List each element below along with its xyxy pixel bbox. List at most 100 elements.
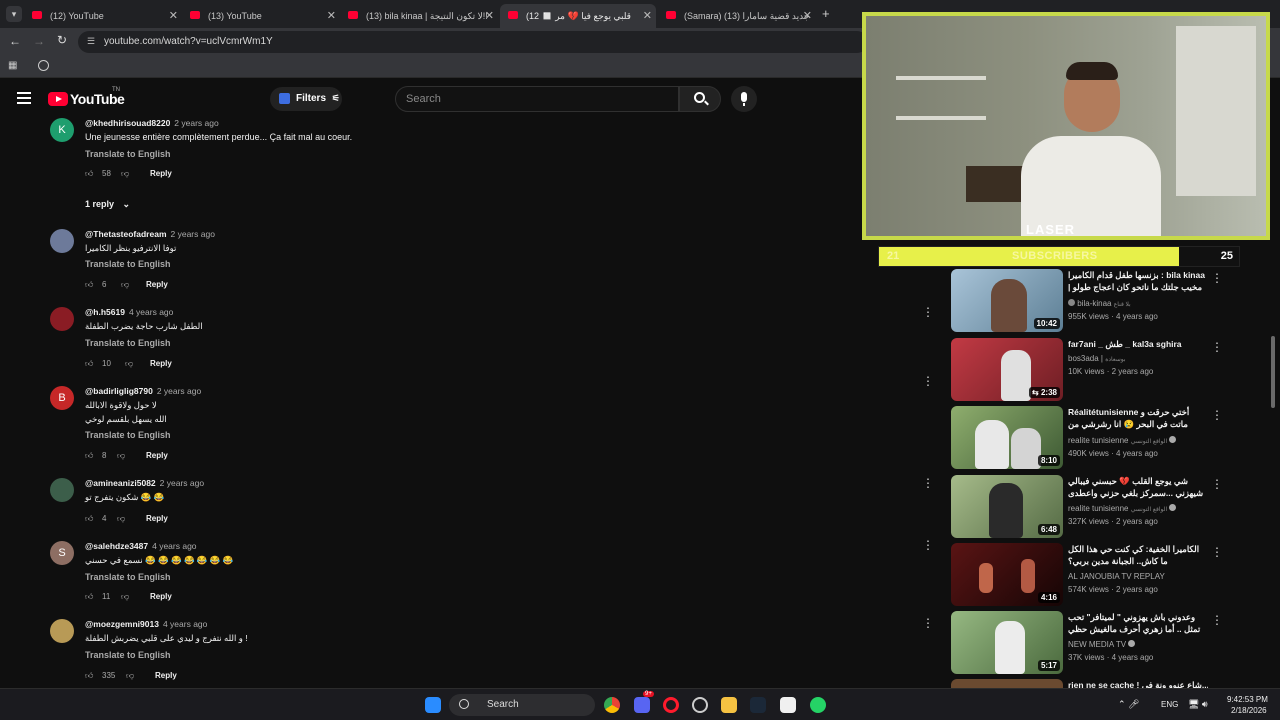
comment-age[interactable]: 4 years ago <box>152 541 196 551</box>
chrome-icon[interactable] <box>604 697 620 713</box>
video-title[interactable]: Réalitétunisienne أختي حرقت و ماتت في ال… <box>1068 406 1208 430</box>
more-options-icon[interactable]: ⋮ <box>1211 408 1223 422</box>
translate-link[interactable]: Translate to English <box>85 259 171 269</box>
avatar[interactable] <box>50 478 74 502</box>
more-options-icon[interactable]: ⋮ <box>1211 271 1223 285</box>
more-options-icon[interactable]: ⋮ <box>922 476 934 490</box>
app-icon[interactable] <box>692 697 708 713</box>
comment-age[interactable]: 2 years ago <box>160 478 204 488</box>
comment-age[interactable]: 4 years ago <box>129 307 173 317</box>
more-options-icon[interactable]: ⋮ <box>922 538 934 552</box>
video-channel[interactable]: NEW MEDIA TV <box>1068 640 1136 649</box>
avatar[interactable]: B <box>50 386 74 410</box>
translate-link[interactable]: Translate to English <box>85 338 171 348</box>
recommended-video[interactable]: 10:42 بزنسها طفل قدام الكاميرا : bila ki… <box>951 269 1241 333</box>
taskbar-search[interactable]: Search <box>449 694 595 716</box>
video-thumbnail[interactable] <box>951 679 1063 688</box>
bookmark-globe-icon[interactable] <box>38 60 49 71</box>
forward-arrow-icon[interactable]: → <box>33 34 45 48</box>
recommended-video[interactable]: 4:16 الكاميرا الخفية: كي كنت حي هذا الكل… <box>951 543 1241 607</box>
like-icon[interactable]: 👍︎ <box>85 671 93 681</box>
network-volume-icons[interactable]: 🖥︎ 🔊︎ <box>1188 699 1208 710</box>
address-bar[interactable]: ☰ youtube.com/watch?v=uclVcmrWm1Y <box>78 31 868 53</box>
dislike-icon[interactable]: 👎︎ <box>117 451 125 461</box>
tab-samara[interactable]: (Samara) جديد قضية سامارا (13) ✕ <box>658 4 816 28</box>
steam-icon[interactable] <box>750 697 766 713</box>
comment-author[interactable]: @amineanizi5082 <box>85 478 156 488</box>
reply-button[interactable]: Reply <box>146 514 168 523</box>
reply-button[interactable]: Reply <box>150 359 172 368</box>
video-title[interactable]: شي يوجع القلب 💔 حبسني فيبالي شيهزني ...س… <box>1068 475 1208 499</box>
avatar[interactable] <box>50 229 74 253</box>
like-icon[interactable]: 👍︎ <box>85 280 93 290</box>
back-arrow-icon[interactable]: ← <box>9 34 21 48</box>
like-icon[interactable]: 👍︎ <box>85 592 93 602</box>
more-options-icon[interactable]: ⋮ <box>1211 545 1223 559</box>
opera-icon[interactable] <box>663 697 679 713</box>
more-options-icon[interactable]: ⋮ <box>922 305 934 319</box>
filters-button[interactable]: Filters ⚟ <box>270 87 342 111</box>
comment-author[interactable]: @h.h5619 <box>85 307 125 317</box>
comment-author[interactable]: @moezgemni9013 <box>85 619 159 629</box>
close-tab-icon[interactable]: ✕ <box>643 9 652 22</box>
video-channel[interactable]: bila-kinaa بلا قناع <box>1068 299 1131 308</box>
close-tab-icon[interactable]: ✕ <box>327 9 336 22</box>
close-tab-icon[interactable]: ✕ <box>803 9 812 22</box>
clock-date[interactable]: 2/18/2026 <box>1231 706 1267 715</box>
dislike-icon[interactable]: 👎︎ <box>125 359 133 369</box>
video-thumbnail[interactable]: 5:17 <box>951 611 1063 674</box>
language-indicator[interactable]: ENG <box>1161 700 1178 709</box>
reply-button[interactable]: Reply <box>155 671 177 680</box>
avatar[interactable] <box>50 307 74 331</box>
avatar[interactable]: K <box>50 118 74 142</box>
video-channel[interactable]: AL JANOUBIA TV REPLAY <box>1068 572 1165 581</box>
avatar[interactable] <box>50 619 74 643</box>
tab-list-chevron-icon[interactable]: ▾ <box>6 6 22 22</box>
like-icon[interactable]: 👍︎ <box>85 514 93 524</box>
recommended-video[interactable]: 5:17 وعدوني باش يهزوني " لميتافر" تحب تم… <box>951 611 1241 675</box>
video-channel[interactable]: realite tunisienne الواقع التونسي <box>1068 436 1177 445</box>
video-thumbnail[interactable]: 8:10 <box>951 406 1063 469</box>
whatsapp-icon[interactable] <box>810 697 826 713</box>
tab-bila-kinaa[interactable]: (13) bila kinaa | لا تكون النتيجة!! ✕ <box>340 4 498 28</box>
file-explorer-icon[interactable] <box>721 697 737 713</box>
reply-button[interactable]: Reply <box>146 451 168 460</box>
more-options-icon[interactable]: ⋮ <box>922 374 934 388</box>
dislike-icon[interactable]: 👎︎ <box>121 169 129 179</box>
more-options-icon[interactable]: ⋮ <box>1211 340 1223 354</box>
video-channel[interactable]: bos3ada | بوسعادة <box>1068 354 1126 363</box>
like-icon[interactable]: 👍︎ <box>85 169 93 179</box>
tab-youtube-12[interactable]: (12) YouTube ✕ <box>24 4 182 28</box>
recommended-video[interactable]: ⇆ 2:38 far7ani _ طش _ kal3a sghira bos3a… <box>951 338 1241 402</box>
windows-start-icon[interactable] <box>425 697 441 713</box>
tab-active-video[interactable]: (12 ◻️ قلبي يوجع فيا 💔 مر ✕ <box>500 4 656 28</box>
video-title[interactable]: وعدوني باش يهزوني " لميتافر" تحب تمثل ..… <box>1068 611 1208 635</box>
recommended-video[interactable]: 6:48 شي يوجع القلب 💔 حبسني فيبالي شيهزني… <box>951 475 1241 539</box>
system-tray-icons[interactable]: ⌃ 🎤︎ <box>1118 699 1139 710</box>
more-options-icon[interactable]: ⋮ <box>922 616 934 630</box>
capcut-icon[interactable] <box>780 697 796 713</box>
avatar[interactable]: S <box>50 541 74 565</box>
video-thumbnail[interactable]: 6:48 <box>951 475 1063 538</box>
reload-icon[interactable]: ↻ <box>57 33 67 47</box>
voice-search-button[interactable] <box>731 86 757 112</box>
new-tab-button[interactable]: + <box>822 6 830 21</box>
dislike-icon[interactable]: 👎︎ <box>117 514 125 524</box>
site-info-icon[interactable]: ☰ <box>87 36 95 47</box>
like-icon[interactable]: 👍︎ <box>85 359 93 369</box>
dislike-icon[interactable]: 👎︎ <box>121 592 129 602</box>
reply-button[interactable]: Reply <box>150 592 172 601</box>
comment-author[interactable]: @salehdze3487 <box>85 541 148 551</box>
translate-link[interactable]: Translate to English <box>85 572 171 582</box>
comment-age[interactable]: 2 years ago <box>171 229 215 239</box>
video-thumbnail[interactable]: ⇆ 2:38 <box>951 338 1063 401</box>
search-input[interactable]: Search <box>395 86 679 112</box>
video-thumbnail[interactable]: 10:42 <box>951 269 1063 332</box>
comment-age[interactable]: 2 years ago <box>157 386 201 396</box>
page-scrollbar[interactable] <box>1271 336 1275 408</box>
menu-hamburger-icon[interactable] <box>17 92 31 104</box>
comment-age[interactable]: 2 years ago <box>174 118 218 128</box>
comment-author[interactable]: @Thetasteofadream <box>85 229 167 239</box>
replies-toggle[interactable]: 1 reply ⌄ <box>85 199 130 210</box>
video-thumbnail[interactable]: 4:16 <box>951 543 1063 606</box>
